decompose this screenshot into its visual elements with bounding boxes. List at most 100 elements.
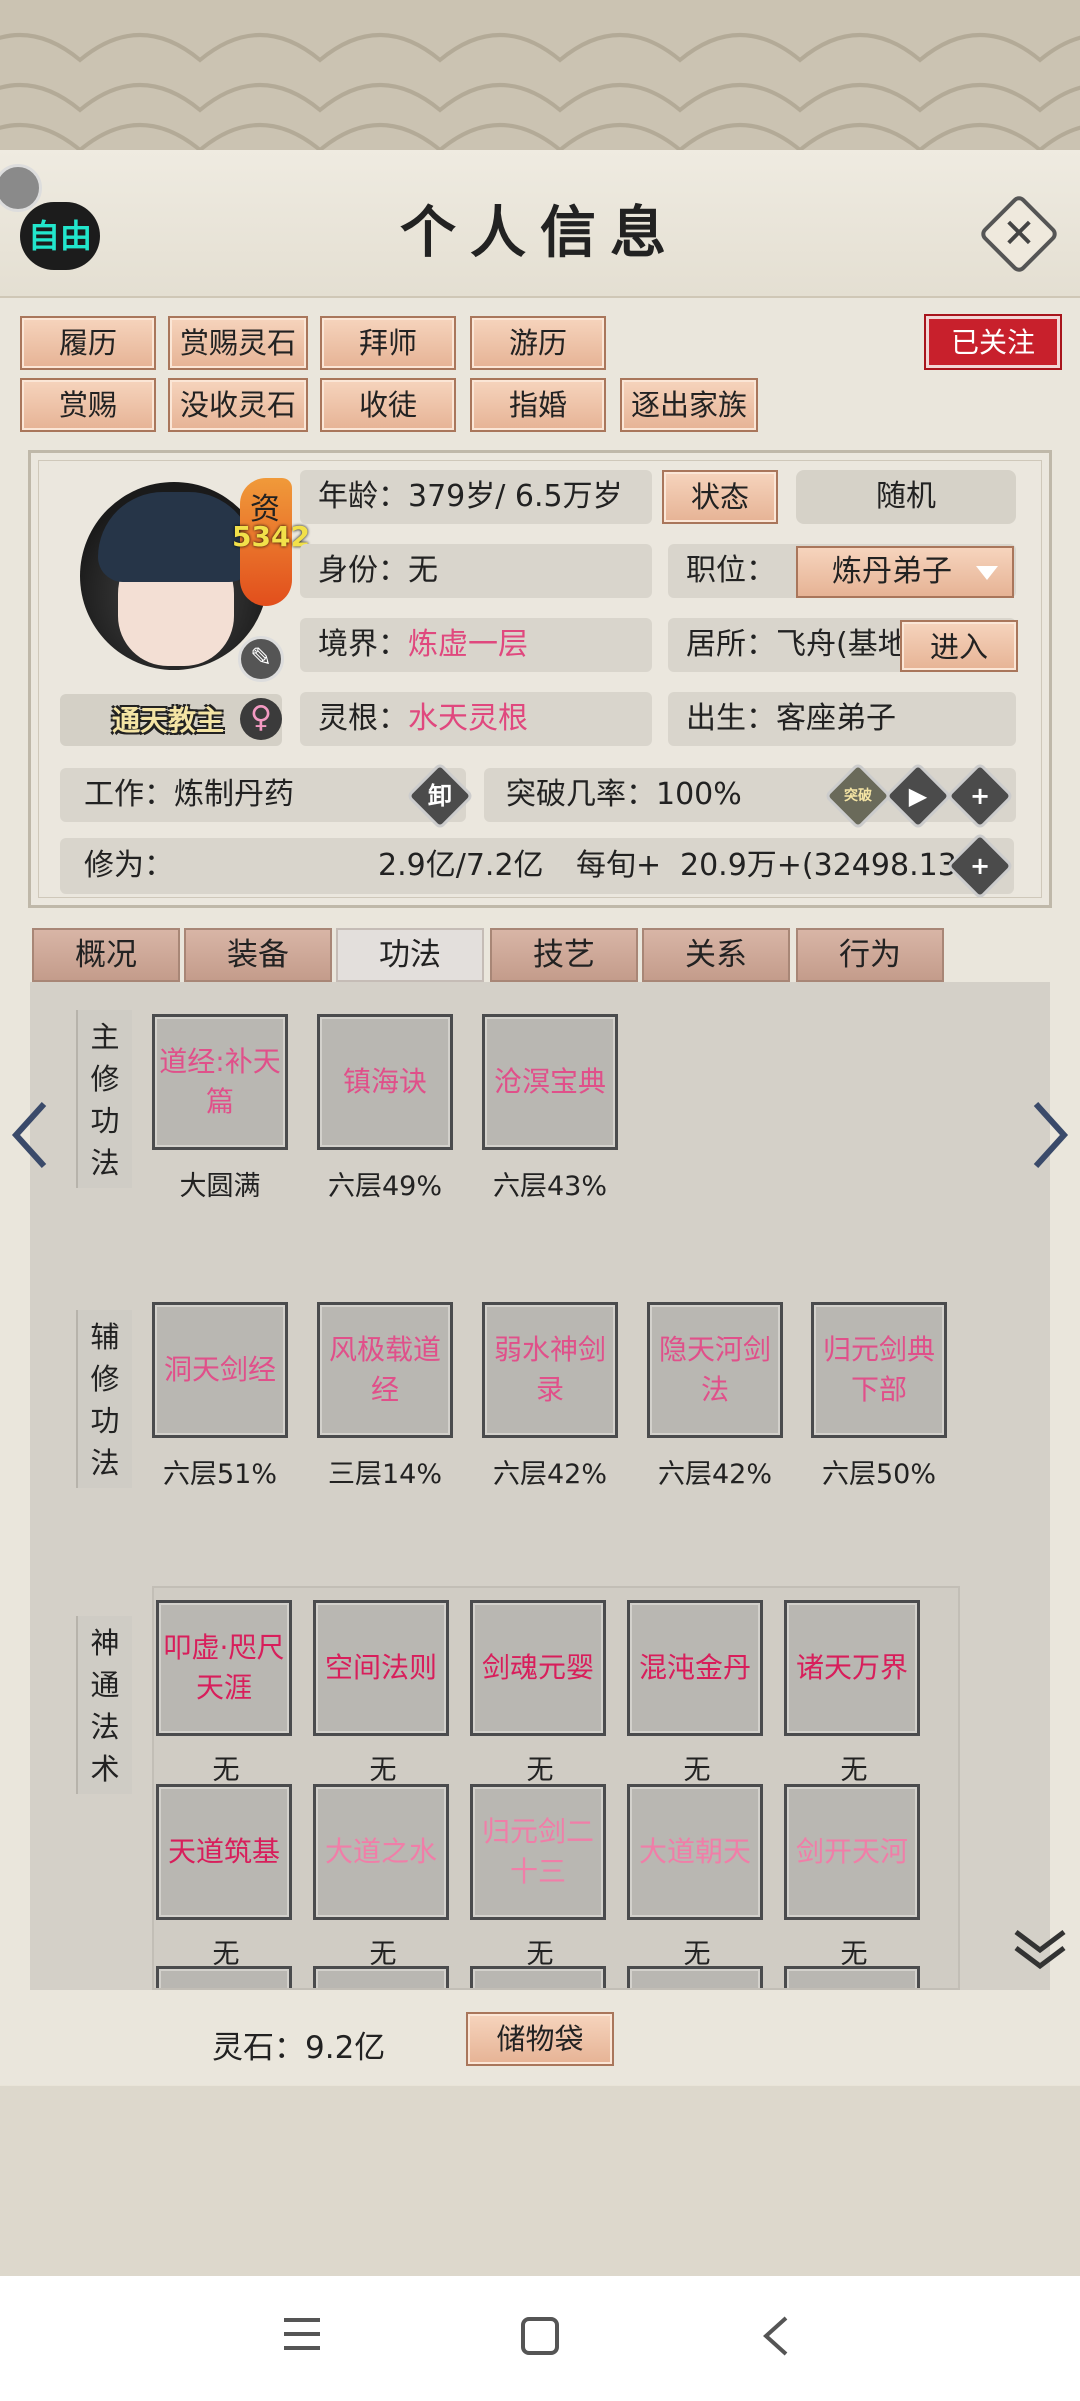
tab-skills[interactable]: 技艺: [490, 928, 638, 982]
cultivation-field: 修为： 2.9亿/7.2亿 每旬+ 20.9万+(32498.13%: [60, 838, 1014, 894]
aux-methods-label: 辅修功法: [76, 1310, 132, 1488]
spirit-stone-count: 灵石：9.2亿: [212, 2030, 386, 2066]
travel-button[interactable]: 游历: [470, 316, 606, 370]
supernatural-card[interactable]: 混沌金丹: [627, 1600, 763, 1736]
unload-icon: 卸: [428, 782, 452, 810]
tab-equipment[interactable]: 装备: [184, 928, 332, 982]
scroll-down-icon[interactable]: [1012, 1926, 1068, 1974]
supernatural-card[interactable]: 天道筑基: [156, 1784, 292, 1920]
supernatural-level: 无: [840, 1755, 868, 1786]
supernatural-level: 无: [212, 1755, 240, 1786]
sect-title: 通天教主: [112, 704, 225, 737]
tab-methods[interactable]: 功法: [336, 928, 484, 982]
position-value: 炼丹弟子: [832, 554, 952, 589]
tab-relations[interactable]: 关系: [642, 928, 790, 982]
identity-label: 身份：: [318, 553, 408, 588]
followed-button[interactable]: 已关注: [926, 316, 1060, 368]
supernatural-card-partial[interactable]: [470, 1966, 606, 1988]
supernatural-name: 叩虚·咫尺天涯: [163, 1631, 285, 1704]
supernatural-card-partial[interactable]: [313, 1966, 449, 1988]
supernatural-card[interactable]: 大道朝天: [627, 1784, 763, 1920]
spirit-root-field: 灵根：水天灵根: [300, 692, 652, 746]
brush-edit-icon[interactable]: ✎: [238, 636, 284, 682]
free-mode-button[interactable]: 自由: [20, 202, 100, 270]
residence-label: 居所：飞舟(基地: [686, 627, 908, 662]
home-icon[interactable]: [520, 2316, 560, 2356]
arrange-marriage-button[interactable]: 指婚: [470, 378, 606, 432]
previous-arrow-icon[interactable]: [10, 1100, 50, 1170]
take-master-button[interactable]: 拜师: [320, 316, 456, 370]
position-select[interactable]: 炼丹弟子: [796, 546, 1014, 598]
supernatural-name: 混沌金丹: [638, 1651, 751, 1684]
per-turn-label: 每旬+: [576, 848, 662, 883]
supernatural-card[interactable]: 大道之水: [313, 1784, 449, 1920]
supernatural-card[interactable]: 归元剑二十三: [470, 1784, 606, 1920]
supernatural-card[interactable]: 叩虚·咫尺天涯: [156, 1600, 292, 1736]
bottom-background: [0, 2086, 1080, 2276]
supernatural-name: 空间法则: [324, 1651, 437, 1684]
plus-icon: +: [969, 782, 991, 810]
supernatural-card[interactable]: 诸天万界: [784, 1600, 920, 1736]
cultivation-label: 修为：: [84, 848, 174, 883]
aux-method-level: 六层42%: [657, 1459, 772, 1490]
supernatural-scroll-area[interactable]: 叩虚·咫尺天涯 空间法则 剑魂元婴 混沌金丹 诸天万界 无 无 无 无 无 天道…: [152, 1586, 960, 1990]
cultivation-value: 2.9亿/7.2亿: [378, 848, 544, 883]
take-disciple-button[interactable]: 收徒: [320, 378, 456, 432]
work-label: 工作：炼制丹药: [84, 777, 294, 812]
status-button[interactable]: 状态: [662, 470, 778, 524]
identity-value: 无: [408, 553, 438, 588]
birth-field: 出生：客座弟子: [668, 692, 1016, 746]
main-method-card[interactable]: 道经:补天篇: [152, 1014, 288, 1150]
back-icon[interactable]: [760, 2314, 790, 2358]
aux-method-name: 归元剑典下部: [822, 1333, 935, 1406]
spirit-root-value: 水天灵根: [408, 701, 528, 736]
identity-field: 身份：无: [300, 544, 652, 598]
main-method-card[interactable]: 沧溟宝典: [482, 1014, 618, 1150]
main-method-name: 镇海诀: [342, 1065, 427, 1098]
play-icon: ▶: [908, 782, 928, 810]
top-wave-background: [0, 0, 1080, 150]
work-field: 工作：炼制丹药: [60, 768, 466, 822]
random-button[interactable]: 随机: [796, 470, 1016, 524]
storage-bag-button[interactable]: 储物袋: [466, 2012, 614, 2066]
history-button[interactable]: 履历: [20, 316, 156, 370]
next-arrow-icon[interactable]: [1030, 1100, 1070, 1170]
aux-method-card[interactable]: 隐天河剑法: [647, 1302, 783, 1438]
main-method-level: 大圆满: [179, 1171, 261, 1202]
supernatural-card-partial[interactable]: [784, 1966, 920, 1988]
page-title: 个人信息: [400, 200, 680, 266]
per-turn-value: 20.9万+(32498.13%: [680, 848, 970, 883]
supernatural-name: 大道朝天: [638, 1835, 751, 1868]
female-gender-icon: ♀: [240, 698, 282, 740]
age-label: 年龄：: [318, 479, 408, 514]
supernatural-card-partial[interactable]: [156, 1966, 292, 1988]
menu-icon[interactable]: [282, 2316, 322, 2352]
confiscate-spirit-stone-button[interactable]: 没收灵石: [168, 378, 308, 432]
main-method-card[interactable]: 镇海诀: [317, 1014, 453, 1150]
aux-method-card[interactable]: 洞天剑经: [152, 1302, 288, 1438]
aux-method-level: 六层42%: [492, 1459, 607, 1490]
main-method-name: 沧溟宝典: [493, 1065, 606, 1098]
plus-icon: +: [969, 852, 991, 880]
aux-method-name: 弱水神剑录: [493, 1333, 606, 1406]
supernatural-card-partial[interactable]: [627, 1966, 763, 1988]
aux-method-name: 风极载道经: [328, 1333, 441, 1406]
tab-overview[interactable]: 概况: [32, 928, 180, 982]
supernatural-level: 无: [369, 1755, 397, 1786]
tab-behavior[interactable]: 行为: [796, 928, 944, 982]
main-methods-label: 主修功法: [76, 1010, 132, 1188]
supernatural-card[interactable]: 剑开天河: [784, 1784, 920, 1920]
supernatural-card[interactable]: 剑魂元婴: [470, 1600, 606, 1736]
reward-button[interactable]: 赏赐: [20, 378, 156, 432]
reward-spirit-stone-button[interactable]: 赏赐灵石: [168, 316, 308, 370]
aux-method-level: 六层51%: [162, 1459, 277, 1490]
main-method-level: 六层49%: [327, 1171, 442, 1202]
expel-from-family-button[interactable]: 逐出家族: [620, 378, 758, 432]
aux-method-card[interactable]: 归元剑典下部: [811, 1302, 947, 1438]
aux-method-card[interactable]: 弱水神剑录: [482, 1302, 618, 1438]
aux-method-card[interactable]: 风极载道经: [317, 1302, 453, 1438]
supernatural-name: 诸天万界: [795, 1651, 908, 1684]
age-value: 379岁/ 6.5万岁: [408, 479, 623, 514]
enter-residence-button[interactable]: 进入: [900, 620, 1018, 672]
supernatural-card[interactable]: 空间法则: [313, 1600, 449, 1736]
